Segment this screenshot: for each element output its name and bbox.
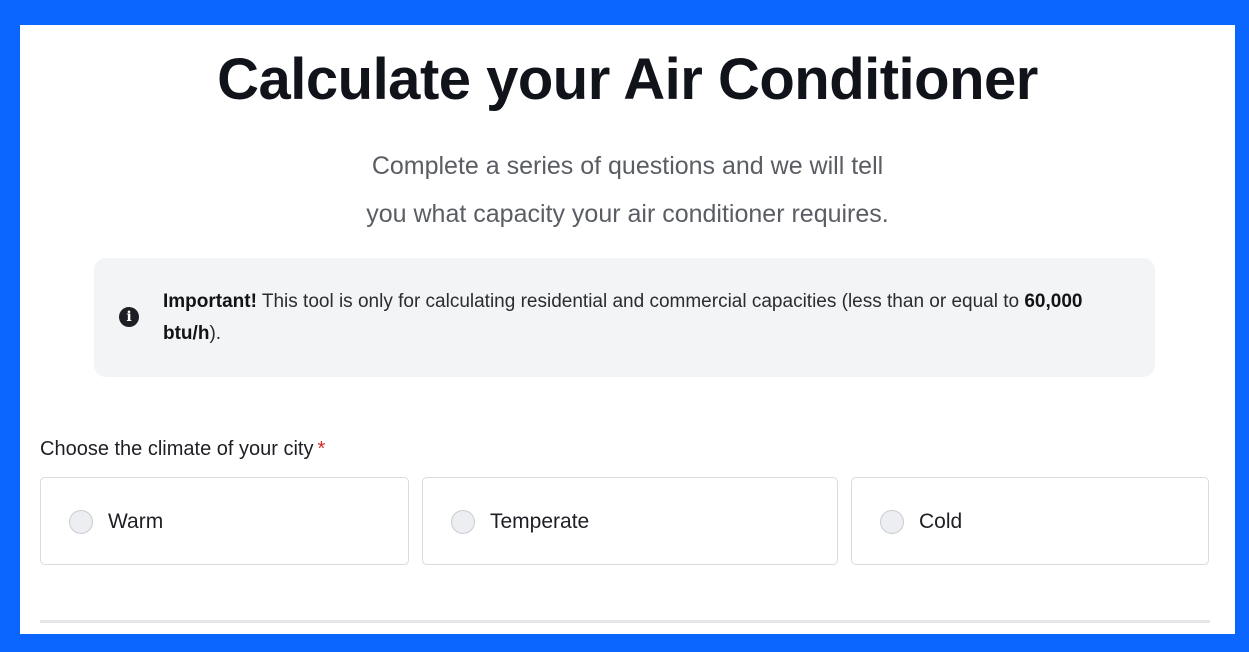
climate-option-temperate[interactable]: Temperate: [422, 477, 838, 565]
climate-options: Warm Temperate Cold: [40, 477, 1210, 567]
climate-question-text: Choose the climate of your city: [40, 438, 314, 460]
climate-option-warm[interactable]: Warm: [40, 477, 409, 565]
notice-strong-lead: Important!: [163, 291, 257, 312]
calculator-panel: Calculate your Air Conditioner Complete …: [20, 25, 1235, 634]
climate-question-label: Choose the climate of your city *: [40, 435, 325, 463]
page-title: Calculate your Air Conditioner: [217, 47, 1038, 112]
section-divider: [40, 620, 1210, 623]
notice-text: Important! This tool is only for calcula…: [163, 286, 1123, 350]
subtitle-line-1: Complete a series of questions and we wi…: [371, 152, 884, 180]
climate-option-label: Temperate: [490, 510, 590, 533]
notice-text-part1: This tool is only for calculating reside…: [256, 291, 1025, 312]
radio-button-cold[interactable]: [880, 510, 904, 534]
notice-text-part2: ).: [209, 323, 222, 344]
subtitle-line-2: you what capacity your air conditioner r…: [366, 200, 889, 228]
radio-button-warm[interactable]: [69, 510, 93, 534]
page-subtitle: Complete a series of questions and we wi…: [20, 142, 1235, 238]
important-notice: i Important! This tool is only for calcu…: [94, 258, 1155, 377]
radio-button-temperate[interactable]: [451, 510, 475, 534]
required-marker: *: [317, 438, 326, 460]
climate-option-label: Cold: [919, 510, 963, 533]
climate-option-label: Warm: [108, 510, 164, 533]
info-icon: i: [119, 307, 139, 327]
climate-option-cold[interactable]: Cold: [851, 477, 1209, 565]
